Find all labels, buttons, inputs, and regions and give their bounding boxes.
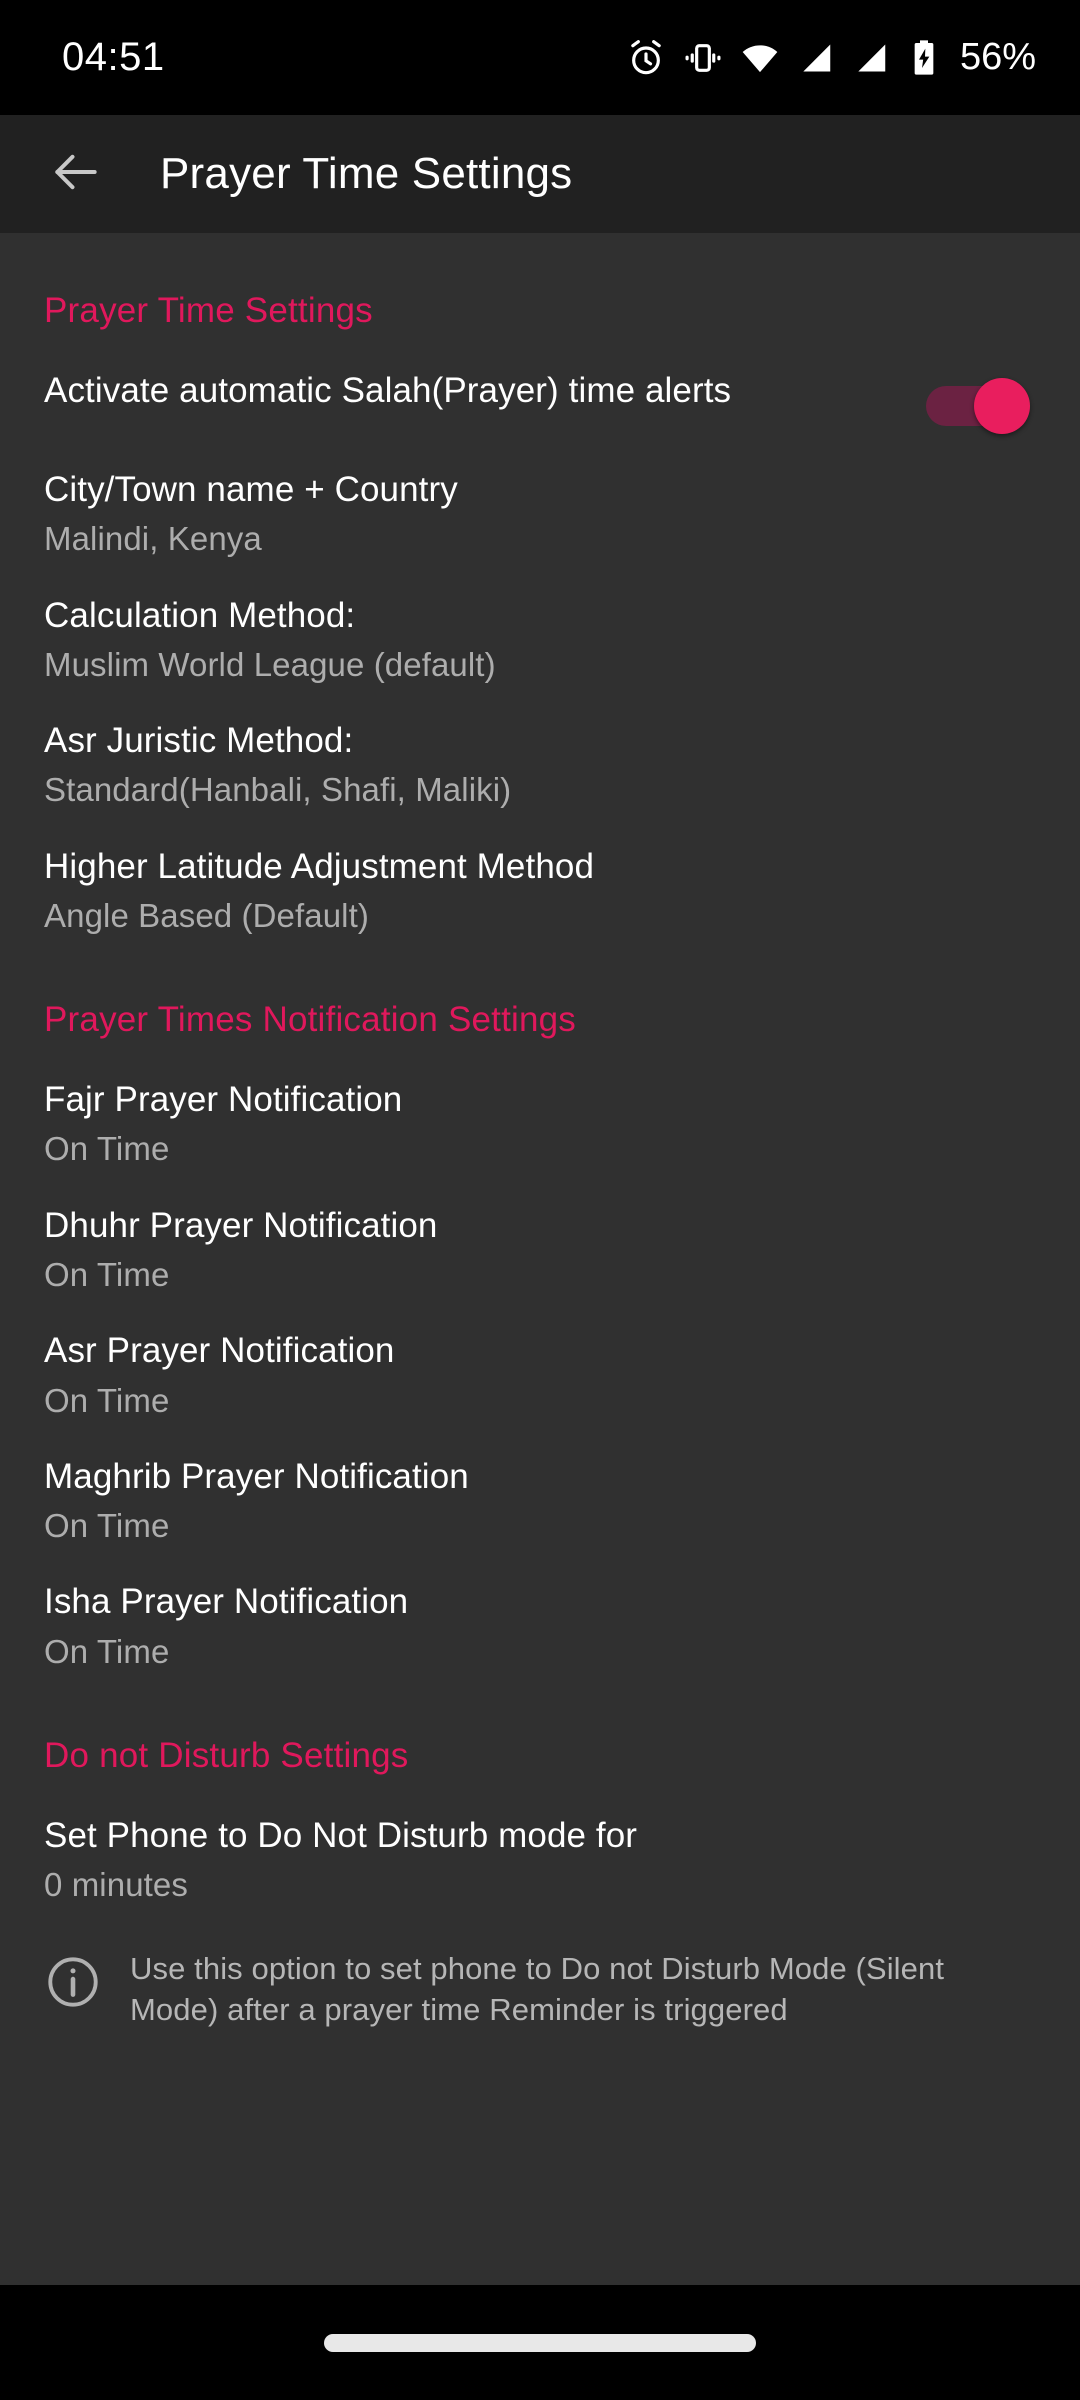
setting-row-text: Set Phone to Do Not Disturb mode for 0 m… <box>44 1815 1036 1906</box>
signal-icon-2 <box>852 39 890 77</box>
setting-row-text: Higher Latitude Adjustment Method Angle … <box>44 846 1036 937</box>
setting-row-higher-latitude[interactable]: Higher Latitude Adjustment Method Angle … <box>44 817 1036 943</box>
setting-title: Asr Juristic Method: <box>44 721 354 761</box>
setting-row-text: City/Town name + Country Malindi, Kenya <box>44 469 1036 560</box>
battery-charging-icon <box>907 38 941 78</box>
setting-title: Dhuhr Prayer Notification <box>44 1205 438 1245</box>
setting-value: 0 minutes <box>44 1866 188 1904</box>
setting-row-calculation-method[interactable]: Calculation Method: Muslim World League … <box>44 566 1036 692</box>
setting-row-text: Dhuhr Prayer Notification On Time <box>44 1205 1036 1296</box>
status-bar-icons: 56% <box>626 36 1036 79</box>
toggle-thumb <box>974 378 1030 434</box>
setting-row-maghrib-notification[interactable]: Maghrib Prayer Notification On Time <box>44 1427 1036 1553</box>
setting-row-text: Isha Prayer Notification On Time <box>44 1581 1036 1672</box>
activate-alerts-toggle[interactable] <box>926 378 1030 434</box>
setting-title: Higher Latitude Adjustment Method <box>44 846 595 886</box>
setting-row-isha-notification[interactable]: Isha Prayer Notification On Time <box>44 1552 1036 1678</box>
setting-value: On Time <box>44 1632 170 1670</box>
setting-row-text: Maghrib Prayer Notification On Time <box>44 1456 1036 1547</box>
setting-value: Angle Based (Default) <box>44 896 369 934</box>
setting-title: Calculation Method: <box>44 595 356 635</box>
section-header-notifications: Prayer Times Notification Settings <box>44 1000 577 1040</box>
dnd-info-text: Use this option to set phone to Do not D… <box>130 1951 945 2027</box>
setting-row-text: Calculation Method: Muslim World League … <box>44 595 1036 686</box>
battery-percent-label: 56% <box>959 36 1036 78</box>
setting-title: City/Town name + Country <box>44 470 458 509</box>
setting-title: Activate automatic Salah(Prayer) time al… <box>44 371 732 410</box>
app-bar: Prayer Time Settings <box>0 115 1080 233</box>
settings-scroll-container[interactable]: Prayer Time Settings Activate automatic … <box>0 233 1080 2285</box>
setting-value: Malindi, Kenya <box>44 520 262 558</box>
signal-icon-1 <box>797 39 835 77</box>
setting-row-dhuhr-notification[interactable]: Dhuhr Prayer Notification On Time <box>44 1176 1036 1302</box>
info-icon <box>44 1953 102 2016</box>
back-button[interactable] <box>44 142 108 206</box>
setting-value: Standard(Hanbali, Shafi, Maliki) <box>44 771 512 809</box>
setting-row-text: Asr Prayer Notification On Time <box>44 1330 1036 1421</box>
status-bar-clock: 04:51 <box>62 35 165 79</box>
setting-value: On Time <box>44 1130 170 1168</box>
setting-row-dnd-duration[interactable]: Set Phone to Do Not Disturb mode for 0 m… <box>44 1786 1036 1912</box>
setting-row-asr-notification[interactable]: Asr Prayer Notification On Time <box>44 1301 1036 1427</box>
setting-row-text: Fajr Prayer Notification On Time <box>44 1079 1036 1170</box>
setting-row-text: Activate automatic Salah(Prayer) time al… <box>44 370 926 411</box>
setting-value: On Time <box>44 1256 170 1294</box>
setting-row-fajr-notification[interactable]: Fajr Prayer Notification On Time <box>44 1050 1036 1176</box>
vibrate-icon <box>683 38 723 78</box>
dnd-info-note: Use this option to set phone to Do not D… <box>44 1911 1036 2030</box>
section-header-prayer-time: Prayer Time Settings <box>44 291 373 330</box>
setting-row-text: Asr Juristic Method: Standard(Hanbali, S… <box>44 720 1036 811</box>
phone-screen: 04:51 56% Prayer Time Settings Prayer Ti… <box>0 0 1080 2400</box>
setting-value: On Time <box>44 1507 170 1545</box>
section-header-do-not-disturb: Do not Disturb Settings <box>44 1735 409 1775</box>
alarm-icon <box>626 38 666 78</box>
setting-title: Asr Prayer Notification <box>44 1331 395 1371</box>
setting-row-asr-juristic-method[interactable]: Asr Juristic Method: Standard(Hanbali, S… <box>44 691 1036 817</box>
setting-title: Isha Prayer Notification <box>44 1582 409 1622</box>
status-bar: 04:51 56% <box>0 0 1080 115</box>
setting-title: Set Phone to Do Not Disturb mode for <box>44 1815 638 1855</box>
back-arrow-icon <box>48 144 104 205</box>
setting-value: Muslim World League (default) <box>44 645 496 683</box>
setting-row-activate-alerts[interactable]: Activate automatic Salah(Prayer) time al… <box>44 341 1036 440</box>
setting-value: On Time <box>44 1381 170 1419</box>
home-gesture-pill[interactable] <box>324 2333 756 2352</box>
wifi-icon <box>740 38 780 78</box>
page-title: Prayer Time Settings <box>160 149 573 198</box>
system-navigation-bar <box>0 2285 1080 2400</box>
setting-title: Maghrib Prayer Notification <box>44 1456 469 1496</box>
setting-title: Fajr Prayer Notification <box>44 1080 403 1120</box>
setting-row-city[interactable]: City/Town name + Country Malindi, Kenya <box>44 440 1036 566</box>
